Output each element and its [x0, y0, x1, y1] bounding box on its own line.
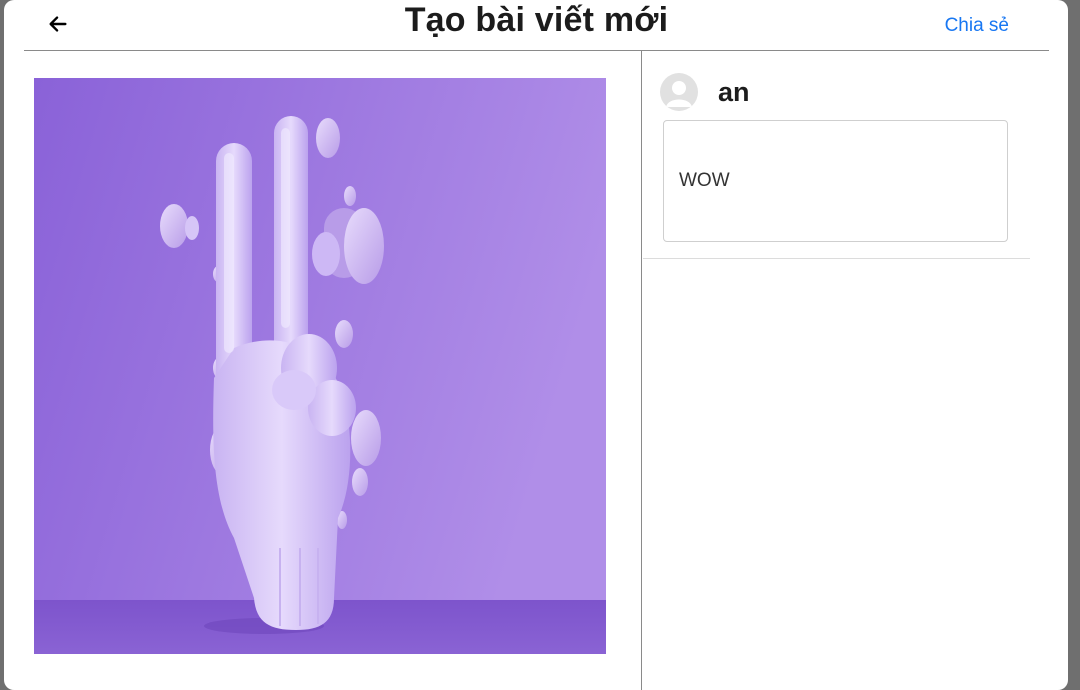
share-button[interactable]: Chia sẻ	[945, 15, 1009, 37]
user-avatar-icon	[660, 73, 698, 111]
dialog-title: Tạo bài viết mới	[404, 1, 669, 39]
caption-separator	[643, 258, 1030, 259]
post-image	[34, 78, 606, 654]
caption-input[interactable]: WOW	[663, 120, 1008, 242]
create-post-dialog: Tạo bài viết mới Chia sẻ an WOW	[4, 0, 1068, 690]
author-row: an	[660, 72, 750, 112]
panel-divider	[641, 51, 642, 690]
dialog-header: Tạo bài viết mới Chia sẻ	[24, 0, 1049, 51]
author-name: an	[718, 76, 750, 107]
